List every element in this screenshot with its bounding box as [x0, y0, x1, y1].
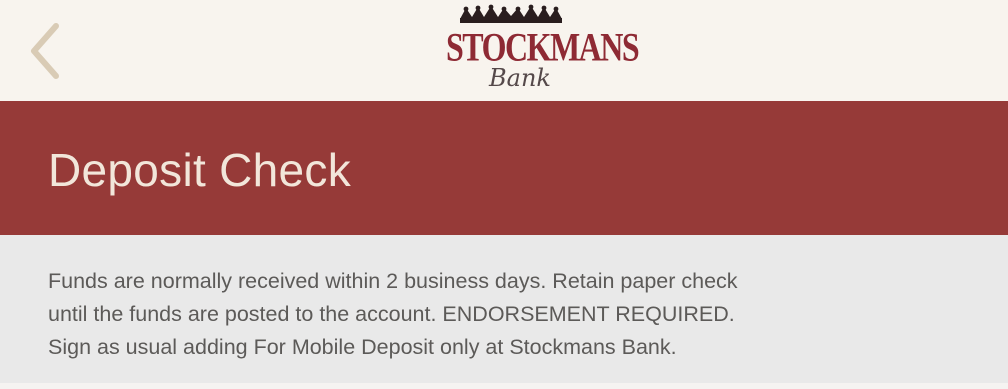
page-title: Deposit Check [48, 144, 352, 196]
info-line: Sign as usual adding For Mobile Deposit … [48, 335, 677, 359]
deposit-info-panel: Funds are normally received within 2 bus… [0, 235, 1008, 383]
deposit-info-text: Funds are normally received within 2 bus… [48, 265, 978, 364]
info-line: Funds are normally received within 2 bus… [48, 269, 738, 293]
navigation-bar: STOCKMANS Bank [0, 0, 1008, 101]
logo-crown-graphic [460, 4, 562, 23]
title-banner: Deposit Check [0, 101, 1008, 235]
bottom-divider [0, 383, 1008, 389]
stockmans-bank-logo: STOCKMANS Bank [446, 4, 640, 96]
back-button[interactable] [18, 18, 78, 84]
chevron-left-icon [31, 23, 59, 79]
info-line: until the funds are posted to the accoun… [48, 302, 735, 326]
deposit-check-screen: STOCKMANS Bank Deposit Check Funds are n… [0, 0, 1008, 389]
logo-script-text: Bank [489, 64, 551, 92]
